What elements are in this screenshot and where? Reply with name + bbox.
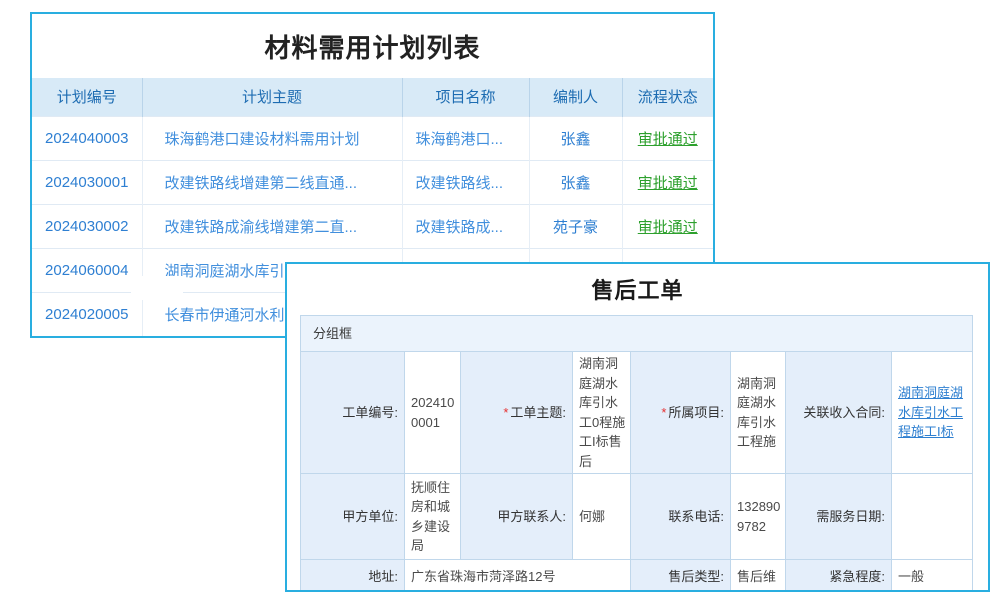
column-header-creator: 编制人 [529,78,622,116]
address-value: 广东省珠海市菏泽路12号 [405,560,631,593]
creator-name: 张鑫 [529,160,622,204]
plan-id-link[interactable]: 2024020005 [32,292,142,336]
form-row-1: 工单编号: 2024100001 *工单主题: 湖南洞庭湖水库引水工0程施工I标… [301,352,973,474]
required-marker: * [661,405,666,420]
subject-value: 湖南洞庭湖水库引水工0程施工I标售后 [573,352,631,474]
column-header-plan-topic: 计划主题 [142,78,402,116]
status-link[interactable]: 审批通过 [622,204,713,248]
required-marker: * [503,405,508,420]
work-order-groupbox: 分组框 工单编号: 2024100001 *工单主题: 湖南洞庭湖水库引水工0程… [300,315,973,592]
project-name-link[interactable]: 改建铁路成... [402,204,529,248]
status-link[interactable]: 审批通过 [622,116,713,160]
project-label-text: 所属项目: [668,405,724,420]
project-value: 湖南洞庭湖水库引水工程施 [731,352,786,474]
subject-label: *工单主题: [461,352,573,474]
contact-value: 何娜 [573,474,631,560]
table-row: 2024030002 改建铁路成渝线增建第二直... 改建铁路成... 苑子豪 … [32,204,713,248]
order-no-value: 2024100001 [405,352,461,474]
work-order-title: 售后工单 [287,273,988,305]
contract-label: 关联收入合同: [786,352,892,474]
column-header-project-name: 项目名称 [402,78,529,116]
plan-list-title: 材料需用计划列表 [32,14,713,78]
project-label: *所属项目: [631,352,731,474]
column-header-plan-id: 计划编号 [32,78,142,116]
plan-topic-link[interactable]: 珠海鹤港口建设材料需用计划 [142,116,402,160]
phone-value: 1328909782 [731,474,786,560]
creator-name: 苑子豪 [529,204,622,248]
service-date-label: 需服务日期: [786,474,892,560]
plan-id-link[interactable]: 2024040003 [32,116,142,160]
plan-id-link[interactable]: 2024030002 [32,204,142,248]
party-a-value: 抚顺住房和城乡建设局 [405,474,461,560]
address-label: 地址: [301,560,405,593]
white-overlay-patch [131,276,183,300]
urgency-value: 一般 [892,560,973,593]
plan-topic-link[interactable]: 改建铁路成渝线增建第二直... [142,204,402,248]
form-row-2: 甲方单位: 抚顺住房和城乡建设局 甲方联系人: 何娜 联系电话: 1328909… [301,474,973,560]
groupbox-label: 分组框 [300,315,973,351]
column-header-flow-status: 流程状态 [622,78,713,116]
table-row: 2024030001 改建铁路线增建第二线直通... 改建铁路线... 张鑫 审… [32,160,713,204]
type-label: 售后类型: [631,560,731,593]
order-no-label: 工单编号: [301,352,405,474]
party-a-label: 甲方单位: [301,474,405,560]
form-row-3: 地址: 广东省珠海市菏泽路12号 售后类型: 售后维 紧急程度: 一般 [301,560,973,593]
plan-id-link[interactable]: 2024060004 [32,248,142,292]
plan-list-header-row: 计划编号 计划主题 项目名称 编制人 流程状态 [32,78,713,116]
subject-label-text: 工单主题: [510,405,566,420]
work-order-form-table: 工单编号: 2024100001 *工单主题: 湖南洞庭湖水库引水工0程施工I标… [300,351,973,592]
creator-name: 张鑫 [529,116,622,160]
plan-id-link[interactable]: 2024030001 [32,160,142,204]
project-name-link[interactable]: 改建铁路线... [402,160,529,204]
status-link[interactable]: 审批通过 [622,160,713,204]
service-date-value [892,474,973,560]
type-value: 售后维 [731,560,786,593]
phone-label: 联系电话: [631,474,731,560]
project-name-link[interactable]: 珠海鹤港口... [402,116,529,160]
after-sales-work-order-panel: 售后工单 分组框 工单编号: 2024100001 *工单主题: 湖南洞庭湖水库… [285,262,990,592]
urgency-label: 紧急程度: [786,560,892,593]
contact-label: 甲方联系人: [461,474,573,560]
plan-topic-link[interactable]: 改建铁路线增建第二线直通... [142,160,402,204]
table-row: 2024040003 珠海鹤港口建设材料需用计划 珠海鹤港口... 张鑫 审批通… [32,116,713,160]
contract-link[interactable]: 湖南洞庭湖水库引水工程施工I标 [898,385,963,439]
